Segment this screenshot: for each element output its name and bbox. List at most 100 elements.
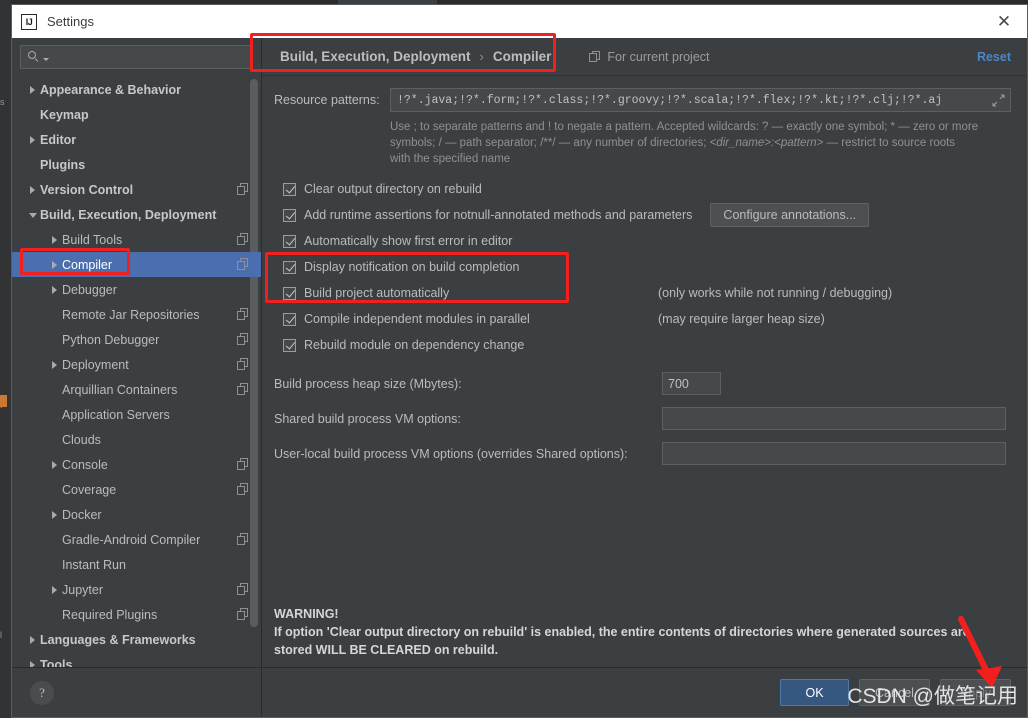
chevron-right-icon[interactable] xyxy=(26,633,40,647)
search-input[interactable] xyxy=(49,50,246,64)
option-label: Compile independent modules in parallel xyxy=(304,312,530,326)
sidebar-item-label: Build, Execution, Deployment xyxy=(40,207,217,222)
expand-icon[interactable] xyxy=(992,94,1005,107)
sidebar-item-label: Compiler xyxy=(62,257,113,272)
chevron-right-icon[interactable] xyxy=(26,133,40,147)
user-local-vm-options-label: User-local build process VM options (ove… xyxy=(274,446,628,461)
option-row[interactable]: Display notification on build completion xyxy=(274,254,1011,280)
checkbox-icon[interactable] xyxy=(283,286,296,300)
project-scope-icon xyxy=(237,308,249,320)
sidebar-item-label: Gradle-Android Compiler xyxy=(62,532,201,547)
sidebar-item-arquillian-containers[interactable]: Arquillian Containers xyxy=(12,377,261,402)
chevron-right-icon[interactable] xyxy=(48,583,62,597)
option-row[interactable]: Automatically show first error in editor xyxy=(274,228,1011,254)
sidebar-item-build-tools[interactable]: Build Tools xyxy=(12,227,261,252)
chevron-right-icon[interactable] xyxy=(26,183,40,197)
sidebar-item-console[interactable]: Console xyxy=(12,452,261,477)
sidebar-item-application-servers[interactable]: Application Servers xyxy=(12,402,261,427)
checkbox-icon[interactable] xyxy=(283,182,296,196)
sidebar-item-label: Deployment xyxy=(62,357,129,372)
search-icon xyxy=(27,50,41,64)
sidebar-item-keymap[interactable]: Keymap xyxy=(12,102,261,127)
sidebar-item-appearance-behavior[interactable]: Appearance & Behavior xyxy=(12,77,261,102)
sidebar-item-label: Arquillian Containers xyxy=(62,382,178,397)
checkbox-icon[interactable] xyxy=(283,234,296,248)
option-row[interactable]: Compile independent modules in parallel (… xyxy=(274,306,1011,332)
resource-patterns-field[interactable]: !?*.java;!?*.form;!?*.class;!?*.groovy;!… xyxy=(390,88,1011,112)
option-row[interactable]: Rebuild module on dependency change xyxy=(274,332,1011,358)
compiler-settings-pane: Resource patterns: !?*.java;!?*.form;!?*… xyxy=(262,76,1027,667)
sidebar-item-debugger[interactable]: Debugger xyxy=(12,277,261,302)
sidebar-item-docker[interactable]: Docker xyxy=(12,502,261,527)
settings-tree: Appearance & Behavior Keymap Editor Plugins… xyxy=(12,75,261,667)
shared-vm-options-input[interactable] xyxy=(662,407,1006,430)
chevron-right-icon[interactable] xyxy=(26,83,40,97)
sidebar-item-build-execution-deployment[interactable]: Build, Execution, Deployment xyxy=(12,202,261,227)
checkbox-icon[interactable] xyxy=(283,260,296,274)
checkbox-icon[interactable] xyxy=(283,312,296,326)
sidebar-item-tools[interactable]: Tools xyxy=(12,652,261,667)
sidebar-item-label: Plugins xyxy=(40,157,86,172)
sidebar-item-editor[interactable]: Editor xyxy=(12,127,261,152)
sidebar-item-version-control[interactable]: Version Control xyxy=(12,177,261,202)
chevron-down-icon[interactable] xyxy=(26,208,40,222)
option-row[interactable]: Add runtime assertions for notnull-annot… xyxy=(274,202,1011,228)
cancel-button[interactable]: Cancel xyxy=(859,679,930,706)
sidebar-item-coverage[interactable]: Coverage xyxy=(12,477,261,502)
ide-left-strip: s : l xyxy=(0,0,11,718)
sidebar-item-remote-jar-repositories[interactable]: Remote Jar Repositories xyxy=(12,302,261,327)
sidebar-item-label: Appearance & Behavior xyxy=(40,82,182,97)
hint-line-2a: symbols; / — path separator; /**/ — any … xyxy=(390,137,710,149)
option-row[interactable]: Build project automatically (only works w… xyxy=(274,280,1011,306)
option-label: Automatically show first error in editor xyxy=(304,234,513,248)
option-row[interactable]: Clear output directory on rebuild xyxy=(274,176,1011,202)
sidebar-item-label: Python Debugger xyxy=(62,332,160,347)
close-icon[interactable]: ✕ xyxy=(981,5,1027,38)
checkbox-icon[interactable] xyxy=(283,208,296,222)
chevron-right-icon[interactable] xyxy=(48,283,62,297)
breadcrumb: Build, Execution, Deployment › Compiler xyxy=(280,49,551,64)
sidebar-item-gradle-android-compiler[interactable]: Gradle-Android Compiler xyxy=(12,527,261,552)
sidebar-item-instant-run[interactable]: Instant Run xyxy=(12,552,261,577)
chevron-right-icon[interactable] xyxy=(26,658,40,667)
user-local-vm-options-input[interactable] xyxy=(662,442,1006,465)
chevron-right-icon[interactable] xyxy=(48,458,62,472)
sidebar-item-required-plugins[interactable]: Required Plugins xyxy=(12,602,261,627)
heap-size-input[interactable] xyxy=(662,372,721,395)
checkbox-icon[interactable] xyxy=(283,338,296,352)
chevron-right-icon[interactable] xyxy=(48,258,62,272)
breadcrumb-bar: Build, Execution, Deployment › Compiler … xyxy=(262,38,1027,76)
hint-line-2: symbols; / — path separator; /**/ — any … xyxy=(390,135,1011,151)
search-box[interactable] xyxy=(20,45,253,69)
chevron-right-icon[interactable] xyxy=(48,233,62,247)
ok-button[interactable]: OK xyxy=(780,679,849,706)
apply-button[interactable]: Apply xyxy=(940,679,1011,706)
breadcrumb-parent[interactable]: Build, Execution, Deployment xyxy=(280,49,471,64)
sidebar-item-plugins[interactable]: Plugins xyxy=(12,152,261,177)
sidebar-item-label: Clouds xyxy=(62,432,101,447)
breadcrumb-current: Compiler xyxy=(492,49,552,64)
chevron-right-icon[interactable] xyxy=(48,358,62,372)
sidebar-item-languages-frameworks[interactable]: Languages & Frameworks xyxy=(12,627,261,652)
sidebar-item-label: Remote Jar Repositories xyxy=(62,307,200,322)
reset-link[interactable]: Reset xyxy=(977,50,1011,64)
sidebar-item-label: Instant Run xyxy=(62,557,126,572)
sidebar-item-clouds[interactable]: Clouds xyxy=(12,427,261,452)
sidebar-item-jupyter[interactable]: Jupyter xyxy=(12,577,261,602)
sidebar-item-deployment[interactable]: Deployment xyxy=(12,352,261,377)
chevron-right-icon[interactable] xyxy=(48,508,62,522)
help-icon[interactable]: ? xyxy=(30,680,54,705)
warning-title: WARNING! xyxy=(274,607,339,621)
configure-annotations-button[interactable]: Configure annotations... xyxy=(710,203,870,227)
sidebar-item-python-debugger[interactable]: Python Debugger xyxy=(12,327,261,352)
sidebar-item-compiler[interactable]: Compiler xyxy=(12,252,261,277)
